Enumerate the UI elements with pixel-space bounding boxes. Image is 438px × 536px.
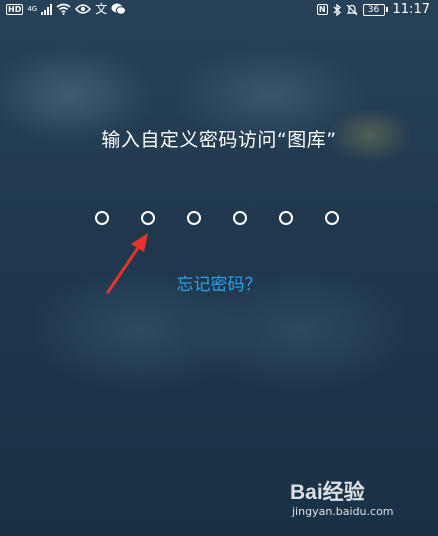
status-time: 11:17 (392, 2, 430, 17)
pin-dot (279, 211, 293, 225)
wifi-icon (56, 3, 71, 15)
hd-badge: HD (6, 3, 24, 15)
pin-dot (325, 211, 339, 225)
baidu-url: jingyan.baidu.com (292, 505, 394, 518)
network-type-label: 4G (27, 5, 38, 13)
pin-dot (95, 211, 109, 225)
pin-dot (233, 211, 247, 225)
status-bar: HD 4G 文 N 36 11:17 (0, 0, 438, 20)
mute-icon (346, 4, 357, 15)
bluetooth-icon (333, 3, 341, 16)
forgot-password-link[interactable]: 忘记密码？ (0, 270, 438, 295)
password-prompt: 输入自定义密码访问“图库” (101, 129, 337, 151)
battery-icon: 36 (362, 3, 388, 16)
wechat-icon (111, 3, 127, 15)
gallery-lock-screen: HD 4G 文 N 36 11:17 输入自定义密码访问“图库” 忘记密码？ B… (0, 0, 438, 536)
nfc-icon: N (316, 4, 328, 15)
status-right: N 36 11:17 (316, 2, 430, 17)
pin-dot (187, 211, 201, 225)
eye-icon (75, 4, 92, 14)
status-left: HD 4G 文 (6, 2, 127, 16)
battery-level: 36 (362, 3, 385, 16)
pin-indicator (95, 211, 345, 231)
baidu-watermark: Bai经验 jingyan.baidu.com (290, 476, 420, 526)
signal-icon (41, 3, 53, 15)
translate-icon: 文 (95, 2, 108, 16)
baidu-logo: Bai经验 (290, 481, 365, 504)
pin-dot (141, 211, 155, 225)
